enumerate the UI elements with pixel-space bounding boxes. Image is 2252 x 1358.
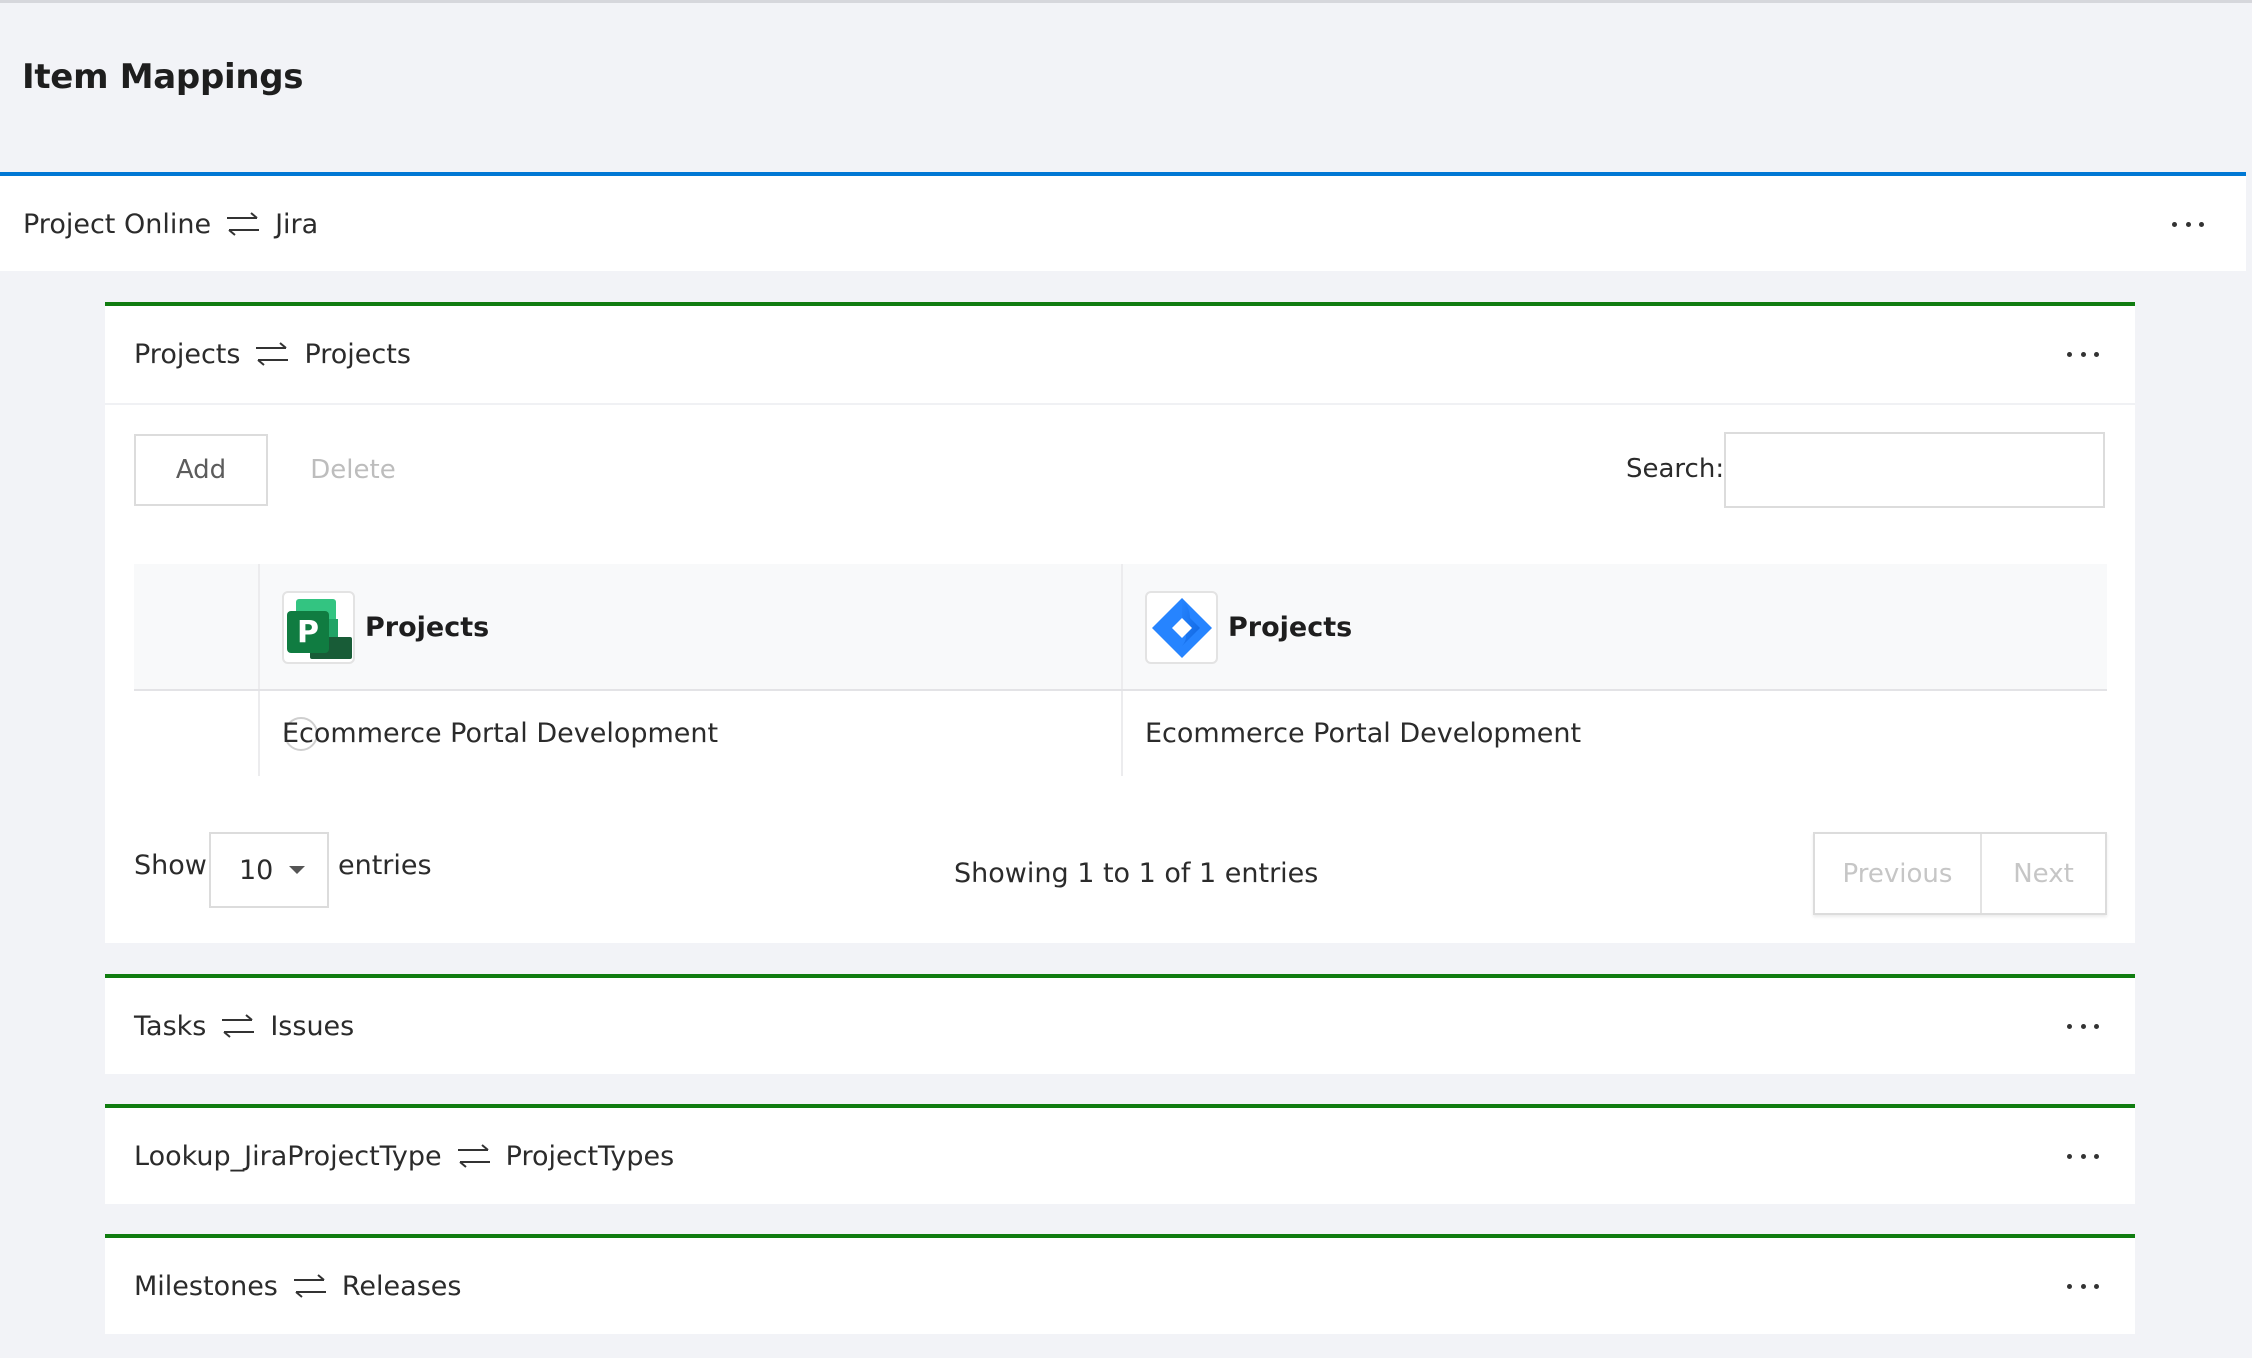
connection-source: Project Online — [23, 208, 212, 240]
mapping-header[interactable]: Lookup_JiraProjectType ProjectTypes — [105, 1108, 2135, 1204]
caret-down-icon — [289, 866, 306, 874]
mapping-target: Issues — [270, 1010, 355, 1042]
mapping-source: Tasks — [134, 1010, 207, 1042]
mapping-card-projects: Projects Projects Add Delete Search: P P… — [105, 302, 2135, 943]
jira-icon — [1145, 591, 1218, 664]
source-cell: Ecommerce Portal Development — [282, 718, 719, 749]
ellipsis-icon — [2067, 1283, 2072, 1289]
table-header: P Projects Projects — [134, 564, 2107, 691]
microsoft-project-icon: P — [282, 591, 355, 664]
mapping-header[interactable]: Projects Projects — [105, 306, 2135, 402]
show-label: Show — [134, 850, 207, 881]
mapping-more-button[interactable] — [2061, 1141, 2105, 1171]
mapping-card-milestones: Milestones Releases — [105, 1234, 2135, 1334]
mapping-more-button[interactable] — [2061, 1011, 2105, 1041]
entries-label: entries — [338, 850, 432, 881]
ellipsis-icon — [2067, 1023, 2072, 1029]
mapping-target: Releases — [341, 1270, 462, 1302]
search-label: Search: — [1626, 454, 1725, 484]
mapping-header[interactable]: Milestones Releases — [105, 1238, 2135, 1334]
mapping-target: ProjectTypes — [505, 1140, 675, 1172]
connection-target: Jira — [275, 208, 319, 240]
ellipsis-icon — [2172, 221, 2177, 227]
column-header-target[interactable]: Projects — [1145, 564, 1352, 691]
connection-more-button[interactable] — [2166, 209, 2210, 239]
header-divider — [105, 403, 2135, 405]
swap-arrows-icon — [254, 340, 290, 368]
mapping-target: Projects — [304, 338, 411, 370]
connection-header[interactable]: Project Online Jira — [0, 176, 2246, 272]
table-info: Showing 1 to 1 of 1 entries — [954, 858, 1319, 889]
mapping-table: P Projects Projects Ecommerce Portal Dev… — [134, 564, 2107, 776]
add-button[interactable]: Add — [134, 434, 268, 506]
mapping-header[interactable]: Tasks Issues — [105, 978, 2135, 1074]
previous-button[interactable]: Previous — [1815, 834, 1982, 913]
swap-arrows-icon — [225, 210, 261, 238]
column-header-source[interactable]: P Projects — [282, 564, 489, 691]
mapping-card-tasks: Tasks Issues — [105, 974, 2135, 1074]
table-row[interactable]: Ecommerce Portal Development Ecommerce P… — [134, 691, 2107, 776]
swap-arrows-icon — [220, 1012, 256, 1040]
pagination: Previous Next — [1813, 832, 2107, 915]
ellipsis-icon — [2067, 1153, 2072, 1159]
delete-button[interactable]: Delete — [291, 434, 415, 506]
mapping-source: Projects — [134, 338, 241, 370]
mapping-source: Lookup_JiraProjectType — [134, 1140, 442, 1172]
swap-arrows-icon — [292, 1272, 328, 1300]
mapping-card-lookup: Lookup_JiraProjectType ProjectTypes — [105, 1104, 2135, 1204]
search-input[interactable] — [1724, 432, 2105, 508]
connection-card: Project Online Jira — [0, 172, 2246, 271]
svg-text:P: P — [297, 615, 319, 650]
mapping-more-button[interactable] — [2061, 1271, 2105, 1301]
mapping-more-button[interactable] — [2061, 339, 2105, 369]
column-header-label: Projects — [365, 612, 490, 643]
next-button[interactable]: Next — [1982, 834, 2105, 913]
page-size-value: 10 — [239, 854, 274, 886]
target-cell: Ecommerce Portal Development — [1145, 718, 1582, 749]
swap-arrows-icon — [456, 1142, 492, 1170]
mapping-source: Milestones — [134, 1270, 278, 1302]
page-title: Item Mappings — [22, 57, 304, 97]
ellipsis-icon — [2067, 351, 2072, 357]
page-size-select[interactable]: 10 — [209, 832, 329, 908]
column-header-label: Projects — [1228, 612, 1353, 643]
